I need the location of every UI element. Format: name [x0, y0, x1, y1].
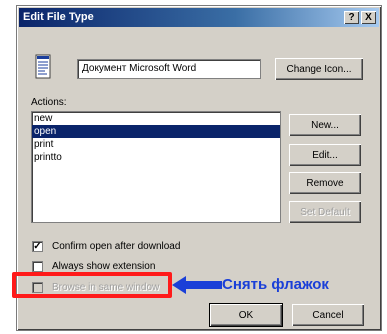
- action-item-new[interactable]: new: [32, 112, 280, 125]
- annotation-text: Снять флажок: [222, 276, 329, 293]
- set-default-button[interactable]: Set Default: [289, 201, 361, 223]
- always-show-extension-checkbox[interactable]: [32, 261, 43, 272]
- word-document-icon: [35, 54, 53, 80]
- new-action-button[interactable]: New...: [289, 114, 361, 136]
- action-item-print[interactable]: print: [32, 138, 280, 151]
- confirm-open-label: Confirm open after download: [52, 241, 181, 252]
- arrow-left-icon: [172, 275, 222, 295]
- highlight-box: [12, 272, 172, 298]
- title-bar[interactable]: Edit File Type ? X: [19, 8, 379, 27]
- actions-list[interactable]: new open print printto: [31, 111, 281, 223]
- file-type-description-text: Документ Microsoft Word: [82, 63, 197, 74]
- help-button[interactable]: ?: [344, 11, 359, 24]
- ok-button[interactable]: OK: [209, 303, 283, 327]
- remove-action-button[interactable]: Remove: [289, 172, 361, 194]
- action-item-open[interactable]: open: [32, 125, 280, 138]
- always-show-extension-label: Always show extension: [52, 261, 156, 272]
- change-icon-button[interactable]: Change Icon...: [275, 58, 363, 80]
- edit-action-button[interactable]: Edit...: [289, 144, 361, 166]
- file-type-description-field[interactable]: Документ Microsoft Word: [77, 59, 261, 79]
- confirm-open-checkbox[interactable]: ✓: [32, 241, 43, 252]
- cancel-button[interactable]: Cancel: [292, 304, 364, 326]
- close-button[interactable]: X: [361, 11, 376, 24]
- action-item-printto[interactable]: printto: [32, 151, 280, 164]
- actions-label: Actions:: [31, 97, 67, 108]
- dialog-title: Edit File Type: [23, 11, 94, 23]
